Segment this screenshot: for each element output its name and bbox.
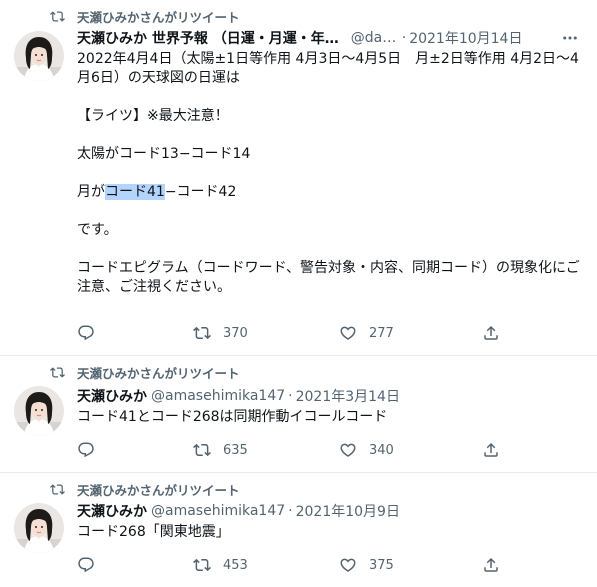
author-handle[interactable]: @dail… xyxy=(351,30,399,46)
like-count: 277 xyxy=(369,325,394,341)
retweet-icon xyxy=(193,324,211,342)
reply-icon xyxy=(77,324,95,342)
heart-icon xyxy=(339,324,357,342)
body-line: です。 xyxy=(77,222,118,238)
retweet-button[interactable]: 635 xyxy=(193,440,248,460)
like-button[interactable]: 375 xyxy=(339,555,394,575)
retweet-button[interactable]: 370 xyxy=(193,323,248,343)
tweet-date[interactable]: 2021年10月14日 xyxy=(409,28,522,48)
body-text-part: −コード42 xyxy=(164,184,237,200)
avatar[interactable] xyxy=(14,386,64,436)
body-line: 太陽がコード13−コード14 xyxy=(77,146,251,162)
retweet-label: 天瀬ひみかさんがリツイート xyxy=(77,482,240,498)
author-name[interactable]: 天瀬ひみか 世界予報 （日運・月運・年… xyxy=(77,28,339,48)
retweet-icon xyxy=(193,556,211,574)
body-line: 2022年4月4日（太陽±1日等作用 4月3日〜4月5日 月±2日等作用 4月2… xyxy=(77,51,579,86)
reply-icon xyxy=(77,556,95,574)
more-button[interactable] xyxy=(561,29,579,47)
tweet-date[interactable]: 2021年3月14日 xyxy=(296,386,400,406)
retweet-indicator: 天瀬ひみかさんがリツイート xyxy=(50,363,240,381)
tweet-actions: 635 340 xyxy=(77,440,507,460)
author-handle[interactable]: @amasehimika147 xyxy=(151,388,285,404)
reply-button[interactable] xyxy=(77,440,95,460)
heart-icon xyxy=(339,441,357,459)
separator-dot: · xyxy=(288,388,293,404)
author-name[interactable]: 天瀬ひみか xyxy=(77,386,147,406)
tweet-body: コード268「関東地震」 xyxy=(77,523,587,542)
avatar-image xyxy=(14,503,64,553)
selected-text: コード41 xyxy=(105,184,165,200)
reply-button[interactable] xyxy=(77,555,95,575)
tweet-body: 2022年4月4日（太陽±1日等作用 4月3日〜4月5日 月±2日等作用 4月2… xyxy=(77,50,587,297)
avatar[interactable] xyxy=(14,31,64,81)
share-icon xyxy=(482,441,500,459)
tweet-body: コード41とコード268は同期作動イコールコード xyxy=(77,408,587,427)
share-button[interactable] xyxy=(482,555,500,575)
body-line: 【ライツ】※最大注意！ xyxy=(77,108,229,124)
tweet-1[interactable]: 天瀬ひみかさんがリツイート 天瀬ひみか 世界予報 （日運・月運・年… @dail… xyxy=(0,0,597,357)
body-line: コード41とコード268は同期作動イコールコード xyxy=(77,409,388,425)
more-icon xyxy=(561,29,579,47)
heart-icon xyxy=(339,556,357,574)
avatar-image xyxy=(14,386,64,436)
body-line: コード268「関東地震」 xyxy=(77,524,230,540)
tweet-2[interactable]: 天瀬ひみかさんがリツイート 天瀬ひみか @amasehimika147 · 20… xyxy=(0,356,597,473)
like-count: 375 xyxy=(369,557,394,573)
retweet-icon xyxy=(50,482,65,497)
tweet-header: 天瀬ひみか 世界予報 （日運・月運・年… @dail… · 2021年10月14… xyxy=(77,28,547,48)
retweet-icon xyxy=(50,9,65,24)
retweet-count: 453 xyxy=(223,557,248,573)
retweet-label: 天瀬ひみかさんがリツイート xyxy=(77,9,240,25)
avatar[interactable] xyxy=(14,503,64,553)
author-handle[interactable]: @amasehimika147 xyxy=(151,503,285,519)
retweet-label: 天瀬ひみかさんがリツイート xyxy=(77,365,240,381)
body-line: コードエピグラム（コードワード、警告対象・内容、同期コード）の現象化にご注意、ご… xyxy=(77,260,580,295)
tweet-date[interactable]: 2021年10月9日 xyxy=(296,501,400,521)
like-button[interactable]: 340 xyxy=(339,440,394,460)
separator-dot: · xyxy=(401,30,407,46)
retweet-count: 370 xyxy=(223,325,248,341)
tweet-header: 天瀬ひみか @amasehimika147 · 2021年3月14日 xyxy=(77,386,575,406)
retweet-indicator: 天瀬ひみかさんがリツイート xyxy=(50,7,240,25)
reply-icon xyxy=(77,441,95,459)
share-icon xyxy=(482,324,500,342)
retweet-indicator: 天瀬ひみかさんがリツイート xyxy=(50,480,240,498)
body-text-part: 月が xyxy=(77,184,105,200)
retweet-button[interactable]: 453 xyxy=(193,555,248,575)
like-count: 340 xyxy=(369,442,394,458)
retweet-icon xyxy=(50,365,65,380)
share-button[interactable] xyxy=(482,440,500,460)
share-icon xyxy=(482,556,500,574)
separator-dot: · xyxy=(288,503,293,519)
retweet-icon xyxy=(193,441,211,459)
reply-button[interactable] xyxy=(77,323,95,343)
tweet-actions: 370 277 xyxy=(77,323,507,343)
retweet-count: 635 xyxy=(223,442,248,458)
like-button[interactable]: 277 xyxy=(339,323,394,343)
body-line: 月がコード41−コード42 xyxy=(77,183,587,202)
tweet-3[interactable]: 天瀬ひみかさんがリツイート 天瀬ひみか @amasehimika147 · 20… xyxy=(0,473,597,587)
tweet-actions: 453 375 xyxy=(77,555,507,575)
share-button[interactable] xyxy=(482,323,500,343)
avatar-image xyxy=(14,31,64,81)
tweet-header: 天瀬ひみか @amasehimika147 · 2021年10月9日 xyxy=(77,501,575,521)
author-name[interactable]: 天瀬ひみか xyxy=(77,501,147,521)
